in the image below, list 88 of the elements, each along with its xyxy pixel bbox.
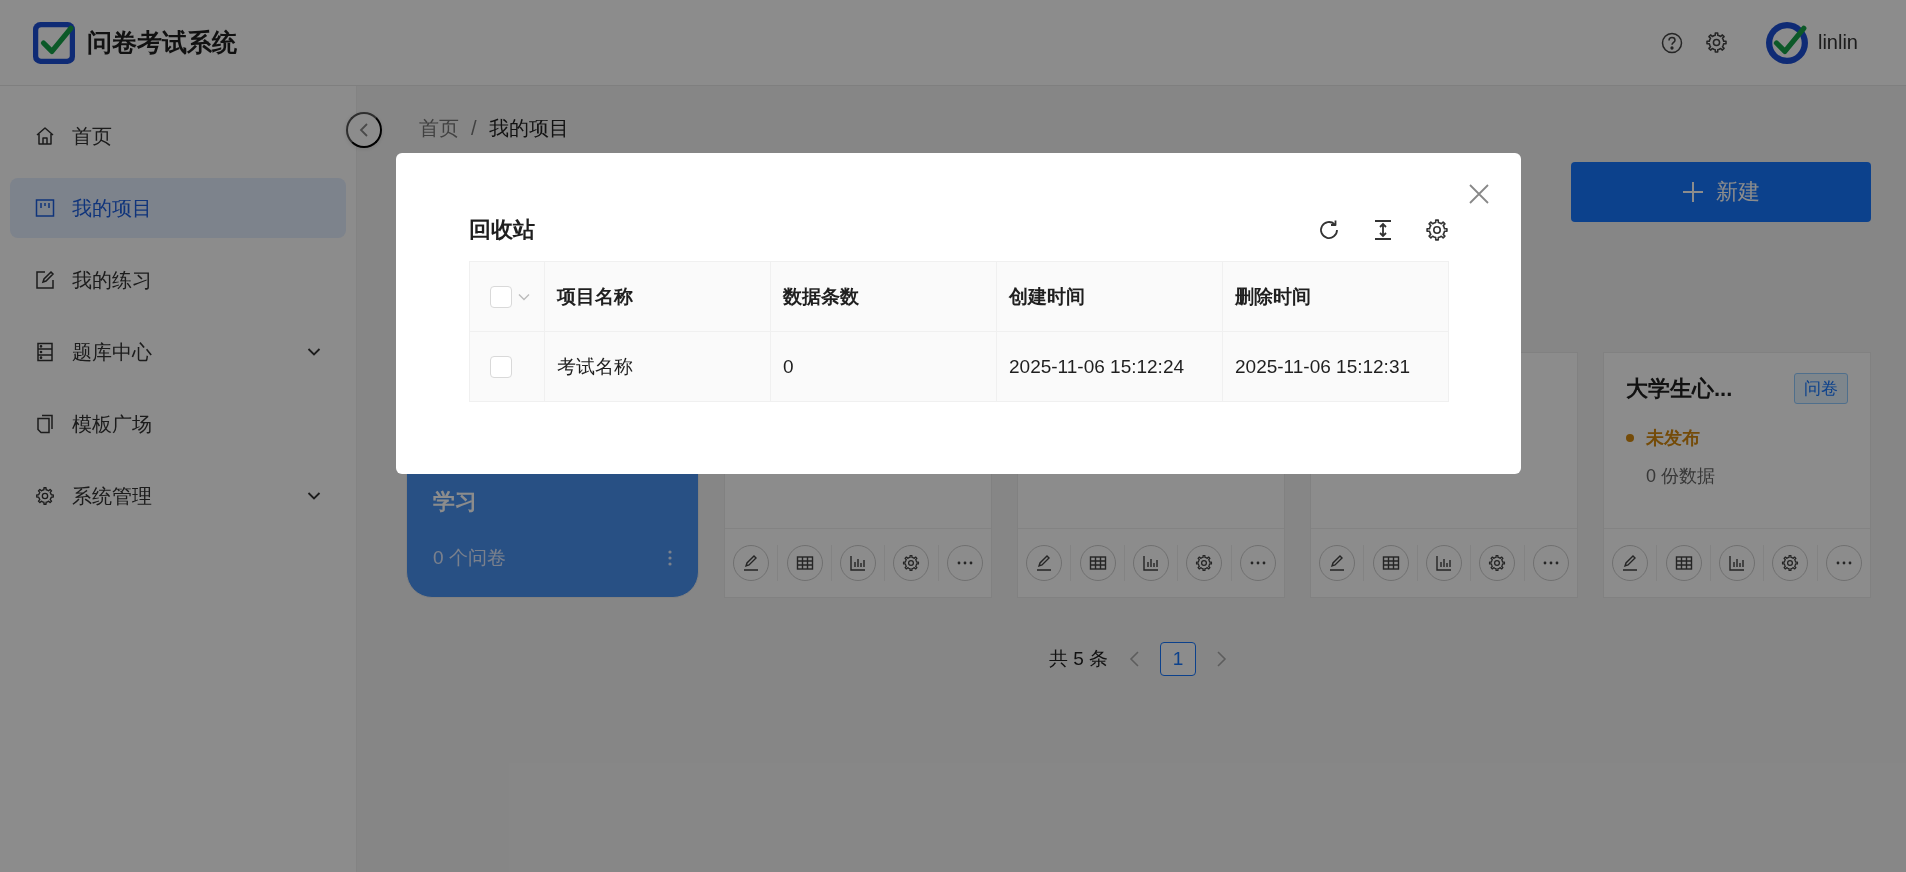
more-icon (1541, 561, 1560, 565)
table-button[interactable] (786, 545, 823, 581)
table-cell: 2025-11-06 15:12:31 (1222, 331, 1449, 402)
column-header: 项目名称 (544, 261, 771, 332)
table-cell: 2025-11-06 15:12:24 (996, 331, 1223, 402)
settings-button[interactable] (893, 545, 930, 581)
gear-icon (1781, 554, 1800, 572)
type-tag: 问卷 (1794, 373, 1848, 404)
help-icon[interactable] (1660, 31, 1683, 54)
copy-icon (35, 414, 55, 434)
table-button[interactable] (1079, 545, 1116, 581)
more-icon (955, 561, 974, 565)
close-button[interactable] (1468, 183, 1490, 205)
sidebar-item[interactable]: 模板广场 (10, 394, 346, 454)
prev-page-icon[interactable] (1128, 650, 1141, 668)
settings-icon[interactable] (1425, 218, 1449, 242)
new-button[interactable]: 新建 (1571, 162, 1871, 222)
folder-title: 学习 (433, 488, 478, 516)
edit-icon (35, 270, 55, 290)
settings-button[interactable] (1479, 545, 1516, 581)
next-page-icon[interactable] (1216, 650, 1229, 668)
app-title: 问卷考试系统 (87, 27, 237, 58)
avatar-icon[interactable] (1765, 21, 1808, 64)
table-icon (1674, 554, 1693, 572)
status-dot (1626, 434, 1634, 442)
checkbox[interactable] (490, 355, 512, 378)
column-header: 删除时间 (1222, 261, 1449, 332)
chart-button[interactable] (1133, 545, 1169, 581)
more-icon[interactable] (668, 550, 672, 566)
board-icon (35, 198, 55, 218)
column-header: 创建时间 (996, 261, 1223, 332)
total-count: 共 5 条 (1048, 647, 1109, 671)
status-label: 未发布 (1646, 427, 1700, 450)
edit-button[interactable] (1319, 545, 1356, 581)
pencil-icon (1328, 554, 1347, 572)
page-button[interactable]: 1 (1160, 642, 1197, 676)
gear-icon (902, 554, 921, 572)
sidebar-item[interactable]: 我的项目 (10, 178, 346, 238)
chevron-left-icon (359, 122, 369, 138)
sidebar-item[interactable]: 系统管理 (10, 466, 346, 526)
pencil-icon (1621, 554, 1640, 572)
table-icon (1088, 554, 1107, 572)
sidebar-item[interactable]: 题库中心 (10, 322, 346, 382)
chart-button[interactable] (1426, 545, 1462, 581)
settings-icon (35, 486, 55, 506)
chart-button[interactable] (1719, 545, 1755, 581)
bar-chart-icon (1435, 554, 1453, 572)
database-icon (35, 342, 55, 362)
bar-chart-icon (1142, 554, 1160, 572)
sidebar-item[interactable]: 我的练习 (10, 250, 346, 310)
bar-chart-icon (1728, 554, 1746, 572)
logo-icon (33, 21, 75, 64)
close-icon (1468, 183, 1490, 205)
table-cell: 考试名称 (544, 331, 771, 402)
checkbox[interactable] (490, 285, 512, 308)
home-icon (35, 126, 55, 146)
table-button[interactable] (1372, 545, 1409, 581)
breadcrumb-link[interactable]: 我的项目 (488, 114, 569, 142)
collapse-button[interactable] (346, 112, 382, 148)
table-button[interactable] (1665, 545, 1702, 581)
more-icon (1834, 561, 1853, 565)
bar-chart-icon (849, 554, 867, 572)
plus-icon (1682, 181, 1704, 203)
more-icon (1248, 561, 1267, 565)
chart-button[interactable] (840, 545, 876, 581)
table-icon (1381, 554, 1400, 572)
settings-button[interactable] (1772, 545, 1809, 581)
pencil-icon (1035, 554, 1054, 572)
table-cell: 0 (770, 331, 997, 402)
settings-button[interactable] (1186, 545, 1223, 581)
gear-icon (1195, 554, 1214, 572)
project-title: 大学生心... (1626, 374, 1733, 403)
gear-icon (1488, 554, 1507, 572)
edit-button[interactable] (733, 545, 770, 581)
data-count: 0 份数据 (1646, 465, 1716, 488)
dialog-title: 回收站 (469, 216, 535, 244)
sidebar-item[interactable]: 首页 (10, 106, 346, 166)
questionnaire-count: 0 个问卷 (433, 546, 506, 570)
chevron-down-icon[interactable] (518, 292, 530, 301)
breadcrumb-link[interactable]: 首页 (419, 114, 459, 142)
pencil-icon (742, 554, 761, 572)
edit-button[interactable] (1026, 545, 1063, 581)
reload-icon[interactable] (1317, 218, 1341, 242)
breadcrumb-separator: / (471, 116, 477, 140)
column-header: 数据条数 (770, 261, 997, 332)
edit-button[interactable] (1612, 545, 1649, 581)
user-name[interactable]: linlin (1817, 31, 1858, 54)
table-icon (795, 554, 814, 572)
